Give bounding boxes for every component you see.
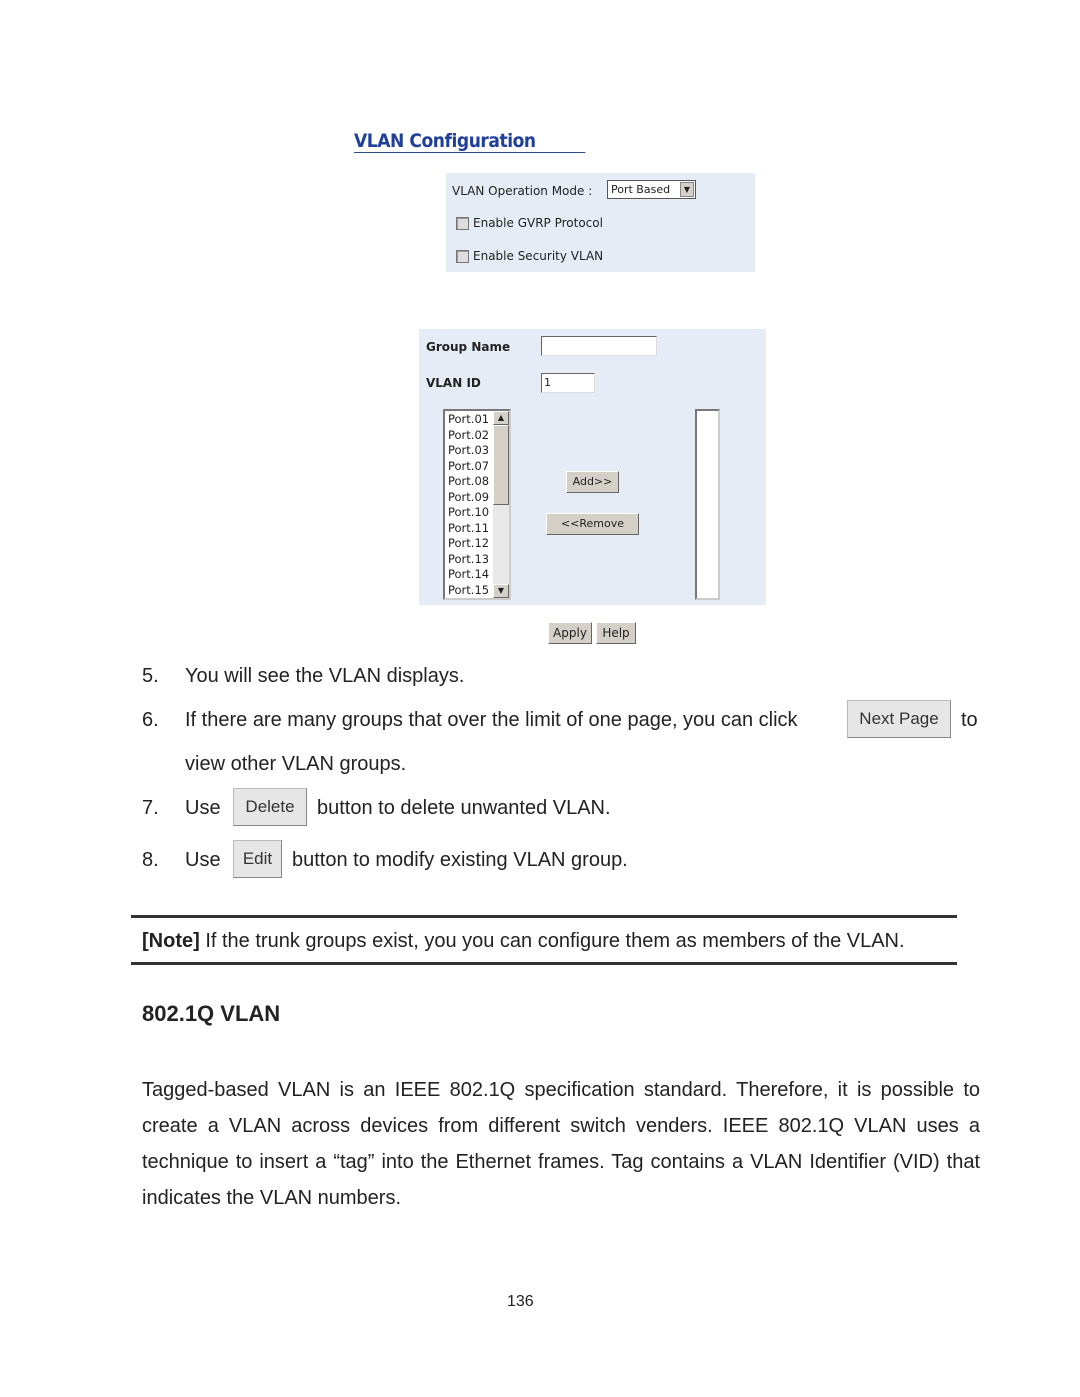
vlan-id-label: VLAN ID [426,376,481,390]
scroll-down-icon[interactable]: ▼ [493,584,509,598]
available-ports-list[interactable]: Port.01 Port.02 Port.03 Port.07 Port.08 Port.… [443,409,511,600]
port-option[interactable]: Port.10 [446,505,489,521]
step-text: button to modify existing VLAN group. [292,849,628,871]
vlan-id-input[interactable]: 1 [541,373,595,393]
note-top-rule [131,915,957,918]
port-option[interactable]: Port.12 [446,536,489,552]
scroll-up-icon[interactable]: ▲ [493,411,509,425]
step-text: Use [185,797,221,819]
step-number: 8. [142,849,159,871]
page-number: 136 [507,1293,534,1310]
gvrp-checkbox-row[interactable]: Enable GVRP Protocol [456,216,603,230]
port-option[interactable]: Port.08 [446,474,489,490]
step-number: 7. [142,797,159,819]
note-text: If the trunk groups exist, you you can c… [199,930,905,952]
add-button[interactable]: Add>> [566,471,619,493]
note-label: [Note] [142,930,200,952]
note-bottom-rule [131,962,957,965]
port-option[interactable]: Port.02 [446,428,489,444]
section-heading: 802.1Q VLAN [142,1001,281,1026]
group-name-label: Group Name [426,340,511,354]
help-button[interactable]: Help [596,622,636,644]
vlan-mode-panel: VLAN Operation Mode : Port Based ▼ Enabl… [446,173,755,272]
gvrp-label: Enable GVRP Protocol [473,216,603,230]
security-label: Enable Security VLAN [473,249,604,263]
port-option[interactable]: Port.07 [446,459,489,475]
step-number: 6. [142,709,159,731]
group-name-input[interactable] [541,336,657,356]
member-ports-list[interactable] [695,409,720,600]
port-option[interactable]: Port.11 [446,521,489,537]
ports-scrollbar[interactable]: ▲ ▼ [493,411,509,598]
port-option[interactable]: Port.01 [446,412,489,428]
next-page-button[interactable]: Next Page [847,700,951,738]
security-checkbox-row[interactable]: Enable Security VLAN [456,249,603,263]
port-option[interactable]: Port.09 [446,490,489,506]
delete-button[interactable]: Delete [233,788,307,826]
remove-button[interactable]: <<Remove [546,513,639,535]
note: [Note] If the trunk groups exist, you yo… [142,929,905,953]
vlan-group-panel: Group Name VLAN ID 1 Port.01 Port.02 Port.… [419,329,766,605]
operation-mode-value: Port Based [611,183,671,196]
scroll-thumb[interactable] [493,425,509,505]
operation-mode-label: VLAN Operation Mode : [452,184,593,198]
chevron-down-icon: ▼ [680,182,694,197]
step-number: 5. [142,665,159,687]
step-text: button to delete unwanted VLAN. [317,797,611,819]
step-text: Use [185,849,221,871]
port-option[interactable]: Port.13 [446,552,489,568]
operation-mode-select[interactable]: Port Based ▼ [607,180,696,199]
gvrp-checkbox[interactable] [456,217,469,230]
step-text: to [961,709,978,731]
vlan-config-title: VLAN Configuration [354,130,586,153]
section-paragraph: Tagged-based VLAN is an IEEE 802.1Q spec… [142,1079,980,1209]
document-page: VLAN Configuration VLAN Operation Mode :… [0,0,1080,1397]
step-text: If there are many groups that over the l… [185,709,798,731]
port-option[interactable]: Port.03 [446,443,489,459]
step-text: You will see the VLAN displays. [185,665,465,687]
step-text: view other VLAN groups. [185,753,407,775]
edit-button[interactable]: Edit [233,840,282,878]
security-checkbox[interactable] [456,250,469,263]
apply-button[interactable]: Apply [548,622,592,644]
port-option[interactable]: Port.15 [446,583,489,599]
port-option[interactable]: Port.14 [446,567,489,583]
